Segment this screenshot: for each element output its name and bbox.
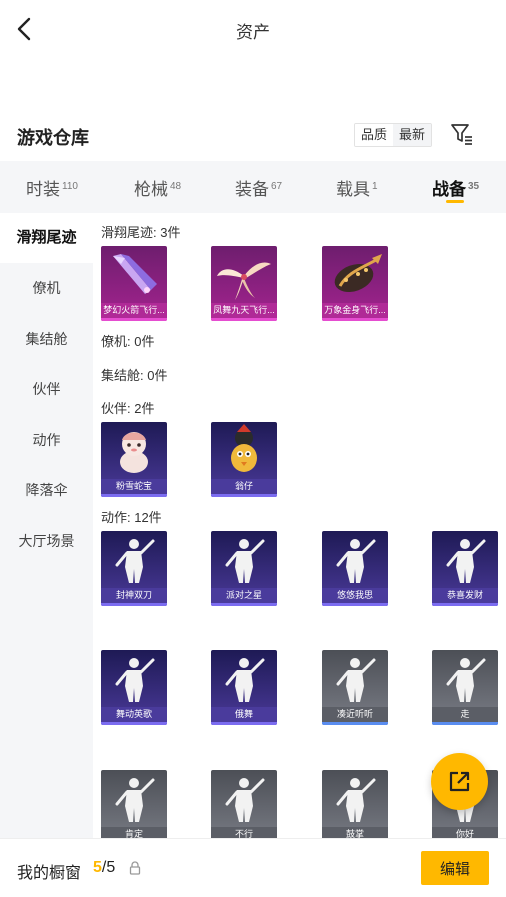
showcase-bar: 我的橱窗 5/5 编辑 [0, 838, 506, 897]
item-card-emote[interactable]: 凑近听听 [322, 650, 388, 725]
sidebar-item-emote[interactable]: 动作 [0, 415, 93, 465]
item-name: 你好 [432, 827, 498, 838]
tab-combat-gear[interactable]: 战备 35 [432, 175, 479, 200]
sidebar-item-glide-trail[interactable]: 滑翔尾迹 [0, 213, 93, 263]
showcase-count: 5/5 [93, 859, 116, 876]
emote-figure-image [115, 778, 155, 822]
rocket-wing-image [113, 254, 157, 294]
page-title: 资产 [236, 23, 270, 42]
item-name: 粉雪蛇宝 [101, 479, 167, 494]
item-card-emote[interactable]: 鼓掌 [322, 770, 388, 838]
item-name: 凤舞九天飞行... [211, 303, 277, 318]
emote-figure-image [115, 658, 155, 702]
item-card-emote[interactable]: 舞动英歌 [101, 650, 167, 725]
weng-zai-image [231, 424, 257, 472]
item-name: 俄舞 [211, 707, 277, 722]
emote-figure-image [336, 778, 376, 822]
showcase-label: 我的橱窗 [17, 865, 82, 882]
item-name: 梦幻火箭飞行... [101, 303, 167, 318]
item-name: 封神双刀 [101, 588, 167, 603]
item-card-emote[interactable]: 肯定 [101, 770, 167, 838]
item-card-emote[interactable]: 俄舞 [211, 650, 277, 725]
lock-icon [129, 861, 141, 875]
section-label-wingman: 僚机: 0件 [101, 334, 155, 349]
section-label-glide: 滑翔尾迹: 3件 [101, 225, 181, 240]
sidebar-item-parachute[interactable]: 降落伞 [0, 465, 93, 515]
item-card-emote[interactable]: 走 [432, 650, 498, 725]
tab-equipment[interactable]: 装备 67 [235, 175, 282, 200]
snow-snake-image [120, 432, 148, 473]
sort-quality-button[interactable]: 品质 [355, 124, 394, 146]
sidebar: 滑翔尾迹 僚机 集结舱 伙伴 动作 降落伞 大厅场景 [0, 213, 93, 838]
section-label-pod: 集结舱: 0件 [101, 368, 168, 383]
section-label-emote: 动作: 12件 [101, 510, 162, 525]
warehouse-title: 游戏仓库 [17, 128, 89, 148]
sort-latest-button[interactable]: 最新 [393, 124, 432, 146]
item-card-glide[interactable]: 梦幻火箭飞行... [101, 246, 167, 321]
edit-button[interactable]: 编辑 [421, 851, 489, 885]
item-name: 悠悠我思 [322, 588, 388, 603]
item-name: 翁仔 [211, 479, 277, 494]
item-card-emote[interactable]: 恭喜发财 [432, 531, 498, 606]
golden-body-image [334, 254, 382, 293]
item-card-emote[interactable]: 派对之星 [211, 531, 277, 606]
emote-figure-image [336, 539, 376, 583]
emote-figure-image [336, 658, 376, 702]
item-card-emote[interactable]: 封神双刀 [101, 531, 167, 606]
item-name: 走 [432, 707, 498, 722]
sidebar-item-partner[interactable]: 伙伴 [0, 364, 93, 414]
top-bar: 资产 [0, 0, 506, 60]
share-button[interactable] [431, 753, 488, 810]
item-name: 鼓掌 [322, 827, 388, 838]
tab-vehicles[interactable]: 载具 1 [336, 175, 378, 200]
emote-figure-image [225, 539, 265, 583]
section-label-partner: 伙伴: 2件 [101, 401, 155, 416]
sort-toggle: 品质 最新 [354, 123, 433, 147]
tab-fashion[interactable]: 时装 110 [26, 175, 78, 200]
active-tab-indicator [446, 200, 464, 203]
sidebar-item-lobby-scene[interactable]: 大厅场景 [0, 516, 93, 566]
share-icon [449, 771, 470, 792]
item-card-glide[interactable]: 万象金身飞行... [322, 246, 388, 321]
item-name: 凑近听听 [322, 707, 388, 722]
emote-figure-image [225, 778, 265, 822]
tab-guns[interactable]: 枪械 48 [134, 175, 181, 200]
item-name: 万象金身飞行... [322, 303, 388, 318]
filter-icon[interactable] [450, 122, 474, 146]
item-name: 恭喜发财 [432, 588, 498, 603]
item-grid: 滑翔尾迹: 3件 梦幻火箭飞行... 凤舞九天飞行... 万象金身飞行... 僚… [93, 213, 506, 838]
sidebar-item-rally-pod[interactable]: 集结舱 [0, 314, 93, 364]
item-card-emote[interactable]: 悠悠我思 [322, 531, 388, 606]
emote-figure-image [115, 539, 155, 583]
item-card-glide[interactable]: 凤舞九天飞行... [211, 246, 277, 321]
emote-figure-image [446, 658, 486, 702]
item-name: 不行 [211, 827, 277, 838]
item-name: 派对之星 [211, 588, 277, 603]
item-card-partner[interactable]: 粉雪蛇宝 [101, 422, 167, 497]
item-card-partner[interactable]: 翁仔 [211, 422, 277, 497]
item-name: 舞动英歌 [101, 707, 167, 722]
emote-figure-image [446, 539, 486, 583]
emote-figure-image [225, 658, 265, 702]
phoenix-feather-image [217, 262, 271, 300]
category-tabs: 时装 110 枪械 48 装备 67 载具 1 战备 35 [0, 161, 506, 213]
item-card-emote[interactable]: 不行 [211, 770, 277, 838]
sidebar-item-wingman[interactable]: 僚机 [0, 263, 93, 313]
item-name: 肯定 [101, 827, 167, 838]
